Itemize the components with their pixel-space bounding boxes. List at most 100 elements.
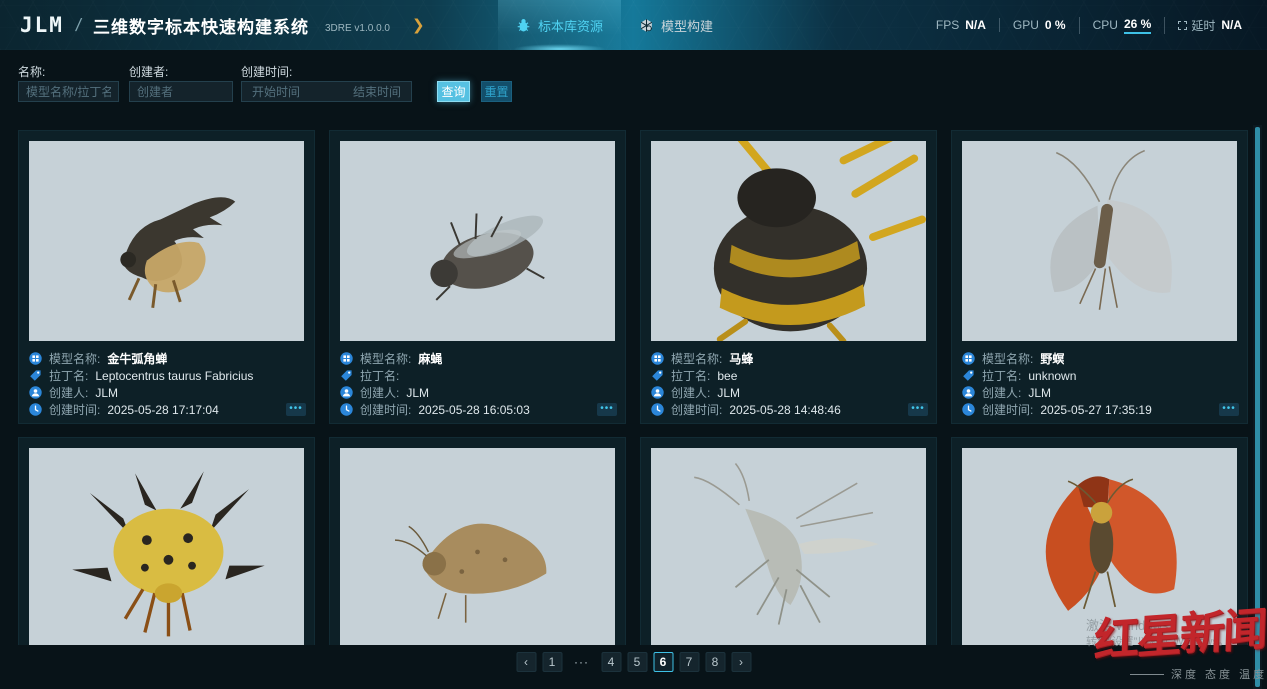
specimen-card[interactable]: 模型名称: 野螟 拉丁名: unknown 创建人: JLM: [951, 130, 1248, 424]
creator-value: JLM: [95, 386, 118, 400]
latency-label-group: 延时: [1178, 17, 1215, 34]
pagination-page-current[interactable]: 6: [653, 652, 673, 672]
creator-label: 创建人:: [49, 384, 88, 401]
tab-specimen-library[interactable]: 标本库资源: [498, 0, 621, 50]
model-name-icon: [340, 352, 353, 365]
tab-label: 标本库资源: [538, 16, 603, 35]
creator-icon: [962, 386, 975, 399]
creator-value: JLM: [717, 386, 740, 400]
latency-stat: 延时 N/A: [1164, 17, 1255, 34]
brand-area: JLM / 三维数字标本快速构建系统 3DRE v1.0.0.0 ❯: [20, 0, 425, 50]
latin-name-label: 拉丁名:: [982, 367, 1021, 384]
gpu-value: 0 %: [1045, 18, 1066, 32]
pagination-prev-icon[interactable]: ‹: [516, 652, 536, 672]
filter-bar: 名称: 创建者: 创建时间: 开始时间 结束时间 查询 重置: [0, 50, 1267, 122]
logo-separator: /: [74, 15, 83, 36]
start-time-placeholder[interactable]: 开始时间: [252, 83, 300, 100]
specimen-photo: [340, 141, 615, 341]
cube-icon: [639, 18, 654, 33]
created-time-value: 2025-05-28 14:48:46: [729, 403, 840, 417]
created-time-icon: [651, 403, 664, 416]
latin-name-icon: [651, 369, 664, 382]
model-name-label: 模型名称:: [360, 350, 411, 367]
created-time-label: 创建时间:: [982, 401, 1033, 418]
tab-model-build[interactable]: 模型构建: [621, 0, 731, 50]
name-filter-label: 名称:: [18, 63, 45, 80]
pagination-page[interactable]: 8: [705, 652, 725, 672]
cpu-value: 26 %: [1124, 17, 1151, 34]
specimen-photo: [962, 141, 1237, 341]
pagination-page[interactable]: 7: [679, 652, 699, 672]
reset-button[interactable]: 重置: [481, 81, 512, 102]
latin-name-label: 拉丁名:: [360, 367, 399, 384]
specimen-card[interactable]: 模型名称: 麻蝇 拉丁名: 创建人: JLM: [329, 130, 626, 424]
pagination-ellipsis[interactable]: ···: [568, 652, 595, 672]
specimen-photo: [29, 141, 304, 341]
bug-icon: [516, 18, 531, 33]
created-time-label: 创建时间:: [671, 401, 722, 418]
latin-name-label: 拉丁名:: [671, 367, 710, 384]
news-watermark-slogan: 深度 态度 温度: [1130, 666, 1267, 682]
latency-icon: [1178, 21, 1187, 30]
card-more-button[interactable]: •••: [286, 403, 306, 416]
news-watermark-logo: 红星新闻: [1093, 592, 1267, 669]
specimen-meta: 模型名称: 野螟 拉丁名: unknown 创建人: JLM: [962, 350, 1237, 418]
created-time-value: 2025-05-27 17:35:19: [1040, 403, 1151, 417]
query-button[interactable]: 查询: [437, 81, 470, 102]
footer-bar: ‹ 1 ··· 4 5 6 7 8 ›: [0, 645, 1267, 689]
slogan-dash-left: [1130, 674, 1164, 675]
latency-value: N/A: [1221, 18, 1242, 32]
cpu-label: CPU: [1093, 18, 1118, 32]
fps-value: N/A: [965, 18, 986, 32]
created-time-label: 创建时间:: [49, 401, 100, 418]
creator-value: JLM: [1028, 386, 1051, 400]
latin-name-value: bee: [717, 369, 737, 383]
specimen-card[interactable]: 模型名称: 金牛弧角蝉 拉丁名: Leptocentrus taurus Fab…: [18, 130, 315, 424]
creator-filter-label: 创建者:: [129, 63, 168, 80]
model-name-value: 麻蝇: [418, 350, 442, 367]
end-time-placeholder[interactable]: 结束时间: [353, 83, 401, 100]
model-name-label: 模型名称:: [49, 350, 100, 367]
model-name-icon: [29, 352, 42, 365]
collapse-arrow-icon[interactable]: ❯: [412, 16, 425, 34]
card-more-button[interactable]: •••: [908, 403, 928, 416]
card-more-button[interactable]: •••: [597, 403, 617, 416]
created-time-value: 2025-05-28 16:05:03: [418, 403, 529, 417]
date-range-input[interactable]: 开始时间 结束时间: [241, 81, 412, 102]
main-tabs: 标本库资源 模型构建: [498, 0, 731, 50]
specimen-photo: [651, 141, 926, 341]
pagination-next-icon[interactable]: ›: [731, 652, 751, 672]
card-more-button[interactable]: •••: [1219, 403, 1239, 416]
creator-label: 创建人:: [671, 384, 710, 401]
latin-name-icon: [962, 369, 975, 382]
cpu-stat: CPU 26 %: [1079, 17, 1165, 34]
specimen-photo: [340, 448, 615, 648]
pagination-page[interactable]: 5: [627, 652, 647, 672]
latin-name-icon: [29, 369, 42, 382]
app-window: JLM / 三维数字标本快速构建系统 3DRE v1.0.0.0 ❯ 标本库资源: [0, 0, 1267, 689]
version-label: 3DRE v1.0.0.0: [325, 23, 390, 34]
model-name-label: 模型名称:: [982, 350, 1033, 367]
latin-name-icon: [340, 369, 353, 382]
model-name-value: 野螟: [1040, 350, 1064, 367]
specimen-card[interactable]: 模型名称: 马蜂 拉丁名: bee 创建人: JLM: [640, 130, 937, 424]
model-name-icon: [962, 352, 975, 365]
specimen-photo: [651, 448, 926, 648]
creator-value: JLM: [406, 386, 429, 400]
created-time-label: 创建时间:: [360, 401, 411, 418]
pagination-page[interactable]: 1: [542, 652, 562, 672]
pagination: ‹ 1 ··· 4 5 6 7 8 ›: [516, 652, 751, 672]
logo: JLM: [20, 13, 64, 37]
name-filter-input[interactable]: [18, 81, 119, 102]
pagination-page[interactable]: 4: [601, 652, 621, 672]
latin-name-value: Leptocentrus taurus Fabricius: [95, 369, 253, 383]
fps-stat: FPS N/A: [923, 18, 999, 32]
creator-filter-input[interactable]: [129, 81, 233, 102]
specimen-meta: 模型名称: 马蜂 拉丁名: bee 创建人: JLM: [651, 350, 926, 418]
specimen-meta: 模型名称: 麻蝇 拉丁名: 创建人: JLM: [340, 350, 615, 418]
time-filter-label: 创建时间:: [241, 63, 292, 80]
model-name-value: 马蜂: [729, 350, 753, 367]
header-bar: JLM / 三维数字标本快速构建系统 3DRE v1.0.0.0 ❯ 标本库资源: [0, 0, 1267, 50]
creator-label: 创建人:: [360, 384, 399, 401]
model-name-label: 模型名称:: [671, 350, 722, 367]
